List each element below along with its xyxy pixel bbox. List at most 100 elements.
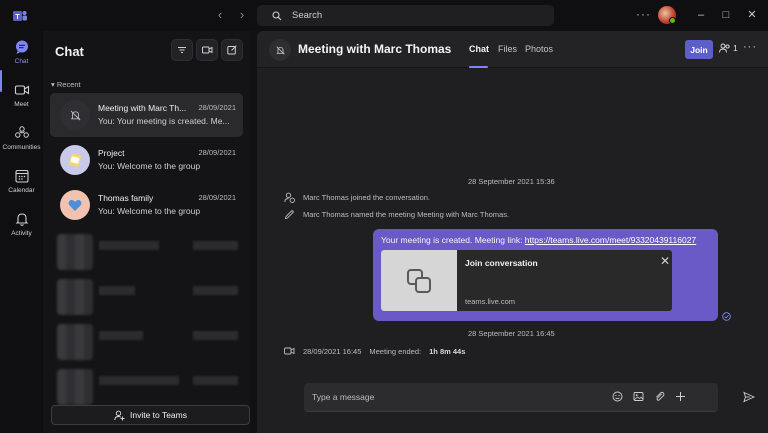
date-separator: 28 September 2021 16:45 xyxy=(468,329,555,338)
redacted-text xyxy=(99,331,143,340)
back-arrow-icon[interactable]: ‹ xyxy=(214,7,226,23)
tab-chat[interactable]: Chat xyxy=(469,44,489,54)
video-icon xyxy=(14,85,29,95)
card-title: Join conversation xyxy=(465,258,538,268)
meeting-duration: 1h 8m 44s xyxy=(429,346,466,356)
group-illustration-icon xyxy=(68,153,82,167)
redacted-chat-item[interactable] xyxy=(57,367,247,407)
more-options-icon[interactable]: ··· xyxy=(743,41,757,53)
sent-message-bubble: Your meeting is created. Meeting link: h… xyxy=(373,229,718,321)
search-icon xyxy=(272,10,282,20)
redacted-avatar xyxy=(57,369,93,405)
chat-list-item[interactable]: Meeting with Marc Th... 28/09/2021 You: … xyxy=(50,93,243,137)
filter-button[interactable] xyxy=(171,39,193,61)
composer-tools xyxy=(611,390,687,403)
title-bar: T ‹ › Search ··· – □ ✕ xyxy=(0,0,768,31)
minimize-icon[interactable]: – xyxy=(695,9,707,21)
rail-label: Calendar xyxy=(8,187,35,194)
redacted-chat-item[interactable] xyxy=(57,232,247,272)
message-composer[interactable]: Type a message xyxy=(304,383,755,412)
group-avatar xyxy=(60,145,90,175)
video-icon xyxy=(284,347,295,355)
copy-link-icon xyxy=(407,268,431,293)
forward-arrow-icon[interactable]: › xyxy=(236,7,248,23)
conversation-panel: Meeting with Marc Thomas Chat Files Phot… xyxy=(257,31,768,433)
invite-to-teams-button[interactable]: Invite to Teams xyxy=(51,405,250,425)
search-placeholder: Search xyxy=(292,10,323,21)
attach-icon[interactable] xyxy=(653,390,666,403)
recent-section-header[interactable]: ▾ Recent xyxy=(51,80,81,89)
chat-list-item[interactable]: Project 28/09/2021 You: Welcome to the g… xyxy=(50,138,243,182)
system-event: Marc Thomas joined the conversation. xyxy=(284,192,430,203)
chat-preview: You: Welcome to the group xyxy=(98,161,201,171)
rail-item-chat[interactable]: Chat xyxy=(0,39,43,65)
redacted-text xyxy=(193,241,238,250)
redacted-avatar xyxy=(57,234,93,270)
link-preview-card[interactable]: Join conversation teams.live.com ✕ xyxy=(381,250,672,311)
tab-photos[interactable]: Photos xyxy=(525,44,553,54)
caret-down-icon: ▾ xyxy=(51,80,55,89)
chat-date: 28/09/2021 xyxy=(198,148,236,157)
muted-bell-icon xyxy=(70,110,80,120)
new-chat-button[interactable] xyxy=(221,39,243,61)
filter-icon xyxy=(178,47,186,53)
seen-check-icon xyxy=(722,312,731,321)
redacted-chat-item[interactable] xyxy=(57,277,247,317)
event-text: Marc Thomas joined the conversation. xyxy=(303,193,431,202)
system-event: Marc Thomas named the meeting Meeting wi… xyxy=(284,209,509,220)
rail-label: Meet xyxy=(14,101,29,108)
chat-list-item[interactable]: Thomas family 28/09/2021 You: Welcome to… xyxy=(50,183,243,227)
add-person-icon xyxy=(114,410,125,420)
chat-preview: You: Welcome to the group xyxy=(98,206,201,216)
rail-item-calendar[interactable]: Calendar xyxy=(0,168,43,194)
svg-text:T: T xyxy=(15,14,20,21)
person-joined-icon xyxy=(284,192,295,203)
meet-now-button[interactable] xyxy=(196,39,218,61)
heart-icon xyxy=(68,200,82,211)
join-meeting-button[interactable]: Join xyxy=(685,40,713,59)
chat-date: 28/09/2021 xyxy=(198,103,236,112)
chat-list-panel: Chat ▾ Recent Meeting with Marc Th... 28… xyxy=(43,31,250,433)
pencil-icon xyxy=(284,209,295,220)
chat-list-title: Chat xyxy=(55,44,84,59)
search-bar[interactable]: Search xyxy=(257,5,554,26)
message-body: Your meeting is created. Meeting link: xyxy=(381,235,525,245)
app-rail: Chat Meet Communities Calendar Activity xyxy=(0,31,43,433)
composer-placeholder: Type a message xyxy=(312,392,375,402)
meeting-avatar xyxy=(269,39,291,61)
card-thumbnail xyxy=(381,250,457,311)
redacted-text xyxy=(193,286,238,295)
send-icon[interactable] xyxy=(743,391,755,403)
rail-item-communities[interactable]: Communities xyxy=(0,125,43,151)
active-tab-indicator xyxy=(469,66,488,68)
presence-status-icon xyxy=(669,17,676,24)
maximize-icon[interactable]: □ xyxy=(720,9,732,21)
group-avatar xyxy=(60,190,90,220)
close-window-icon[interactable]: ✕ xyxy=(746,9,758,21)
message-text: Your meeting is created. Meeting link: h… xyxy=(381,235,696,245)
close-icon[interactable]: ✕ xyxy=(660,255,670,267)
chat-preview: You: Your meeting is created. Me... xyxy=(98,116,230,126)
image-icon[interactable] xyxy=(632,390,645,403)
chat-name: Meeting with Marc Th... xyxy=(98,103,187,113)
rail-item-meet[interactable]: Meet xyxy=(0,82,43,108)
rail-label: Activity xyxy=(11,230,32,237)
meeting-ended-event: 28/09/2021 16:45 Meeting ended: 1h 8m 44… xyxy=(284,346,465,356)
muted-bell-icon xyxy=(275,45,285,55)
settings-more-icon[interactable]: ··· xyxy=(636,7,651,21)
plus-icon[interactable] xyxy=(674,390,687,403)
invite-label: Invite to Teams xyxy=(129,410,187,420)
history-navigation: ‹ › xyxy=(214,7,248,23)
tab-files[interactable]: Files xyxy=(498,44,517,54)
event-label: Meeting ended: xyxy=(369,346,422,356)
participants-button[interactable]: 1 xyxy=(719,43,738,53)
meeting-avatar xyxy=(60,100,90,130)
chat-name: Thomas family xyxy=(98,193,154,203)
rail-item-activity[interactable]: Activity xyxy=(0,211,43,237)
meeting-link[interactable]: https://teams.live.com/meet/933204391160… xyxy=(525,235,696,245)
rail-label: Chat xyxy=(14,58,29,65)
compose-icon xyxy=(227,45,237,55)
redacted-chat-item[interactable] xyxy=(57,322,247,362)
emoji-icon[interactable] xyxy=(611,390,624,403)
redacted-text xyxy=(99,286,135,295)
